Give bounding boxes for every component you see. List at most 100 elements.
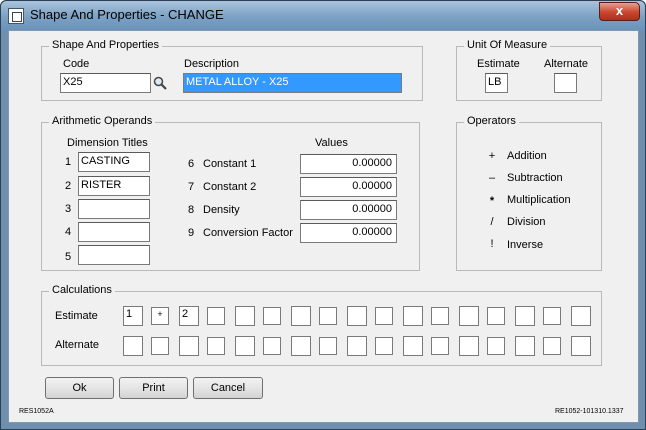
dimension-number: 5	[65, 251, 72, 263]
dimension-number: 3	[65, 203, 72, 215]
calc-alternate-cell[interactable]	[571, 336, 591, 356]
calc-alternate-cell[interactable]	[263, 337, 281, 355]
calc-alternate-cell[interactable]	[515, 336, 535, 356]
calc-alternate-cell[interactable]	[151, 337, 169, 355]
constant-number: 9	[188, 227, 195, 239]
operator-label: Multiplication	[507, 194, 571, 206]
calc-estimate-cell[interactable]	[487, 307, 505, 325]
description-field[interactable]: METAL ALLOY - X25	[183, 73, 402, 93]
dimension-title-field-5[interactable]	[78, 245, 150, 265]
window-title: Shape And Properties - CHANGE	[30, 7, 224, 22]
uom-estimate-label: Estimate	[477, 58, 520, 70]
calc-estimate-cell[interactable]	[263, 307, 281, 325]
constant-number: 8	[188, 204, 195, 216]
shape-properties-legend: Shape And Properties	[49, 39, 163, 51]
calc-estimate-cell[interactable]	[291, 306, 311, 326]
plus-icon: +	[488, 150, 496, 162]
values-label: Values	[315, 137, 348, 149]
operator-label: Subtraction	[507, 172, 563, 184]
unit-of-measure-legend: Unit Of Measure	[464, 39, 551, 51]
description-label: Description	[184, 58, 240, 70]
operator-label: Addition	[507, 150, 547, 162]
calc-estimate-cell[interactable]: 2	[179, 306, 199, 326]
print-button-label: Print	[142, 382, 165, 394]
uom-alternate-field[interactable]	[554, 73, 577, 93]
dimension-title-field-3[interactable]	[78, 199, 150, 219]
calculations-legend: Calculations	[49, 284, 115, 296]
calc-alternate-cell[interactable]	[179, 336, 199, 356]
conversion-factor-label: Conversion Factor	[203, 227, 293, 239]
dimension-titles-label: Dimension Titles	[67, 137, 148, 149]
uom-alternate-label: Alternate	[544, 58, 589, 70]
calc-alternate-label: Alternate	[55, 339, 100, 351]
cancel-button-label: Cancel	[210, 382, 246, 394]
calc-alternate-cell[interactable]	[403, 336, 423, 356]
screen-id-right: RE1052-101310.1337	[555, 408, 624, 415]
calc-estimate-cell[interactable]: 1	[123, 306, 143, 326]
calc-estimate-cell[interactable]	[375, 307, 393, 325]
calc-estimate-cell[interactable]	[459, 306, 479, 326]
app-icon	[8, 8, 24, 24]
ok-button[interactable]: Ok	[45, 377, 114, 399]
constant-number: 6	[188, 158, 195, 170]
calc-estimate-cell[interactable]	[431, 307, 449, 325]
calc-estimate-cell[interactable]	[543, 307, 561, 325]
code-field[interactable]: X25	[60, 73, 151, 93]
dimension-title-field-1[interactable]: CASTING	[78, 152, 150, 172]
search-icon[interactable]	[153, 76, 167, 90]
unit-of-measure-group: Unit Of Measure Estimate LB Alternate	[456, 39, 602, 101]
operators-group: Operators + Addition – Subtraction * Mul…	[456, 115, 602, 271]
calc-alternate-cell[interactable]	[543, 337, 561, 355]
constant-label: Constant 1	[203, 158, 257, 170]
dialog-window: Shape And Properties - CHANGE x Shape An…	[0, 0, 646, 430]
constant-1-field[interactable]: 0.00000	[300, 154, 397, 174]
calc-estimate-cell[interactable]	[347, 306, 367, 326]
calc-alternate-cell[interactable]	[459, 336, 479, 356]
calc-estimate-cell[interactable]	[319, 307, 337, 325]
minus-icon: –	[488, 172, 496, 184]
calc-estimate-cell[interactable]	[515, 306, 535, 326]
calc-estimate-cell[interactable]	[207, 307, 225, 325]
constant-label: Constant 2	[203, 181, 257, 193]
density-label: Density	[203, 204, 240, 216]
calc-estimate-label: Estimate	[55, 310, 98, 322]
calc-alternate-cell[interactable]	[431, 337, 449, 355]
title-bar[interactable]: Shape And Properties - CHANGE x	[1, 1, 645, 31]
dimension-number: 4	[65, 226, 72, 238]
calc-alternate-cell[interactable]	[347, 336, 367, 356]
operator-label: Inverse	[507, 239, 544, 251]
calc-alternate-cell[interactable]	[207, 337, 225, 355]
calc-estimate-cell[interactable]: +	[151, 307, 169, 325]
density-field[interactable]: 0.00000	[300, 200, 397, 220]
slash-icon: /	[490, 216, 494, 228]
dimension-number: 2	[65, 180, 72, 192]
constant-2-field[interactable]: 0.00000	[300, 177, 397, 197]
close-button[interactable]: x	[599, 2, 640, 21]
code-label: Code	[63, 58, 90, 70]
ok-button-label: Ok	[72, 382, 87, 394]
exclamation-icon: !	[490, 238, 494, 250]
calc-estimate-cell[interactable]	[235, 306, 255, 326]
print-button[interactable]: Print	[119, 377, 188, 399]
calc-alternate-cell[interactable]	[375, 337, 393, 355]
asterisk-icon: *	[489, 195, 495, 207]
calc-estimate-cell[interactable]	[403, 306, 423, 326]
dimension-title-field-2[interactable]: RISTER	[78, 176, 150, 196]
calc-alternate-cell[interactable]	[319, 337, 337, 355]
dimension-number: 1	[65, 156, 72, 168]
calc-alternate-cell[interactable]	[291, 336, 311, 356]
calc-alternate-cell[interactable]	[235, 336, 255, 356]
dialog-body: Shape And Properties Code X25 Descriptio…	[8, 30, 639, 423]
calc-alternate-cell[interactable]	[487, 337, 505, 355]
screen-id-left: RES1052A	[19, 408, 54, 415]
shape-properties-group: Shape And Properties Code X25 Descriptio…	[41, 39, 423, 101]
calc-estimate-cell[interactable]	[571, 306, 591, 326]
uom-estimate-field[interactable]: LB	[485, 73, 508, 93]
conversion-factor-field[interactable]: 0.00000	[300, 223, 397, 243]
calc-alternate-cell[interactable]	[123, 336, 143, 356]
calculations-group: Calculations Estimate Alternate 1 +2	[41, 284, 602, 366]
constant-number: 7	[188, 181, 195, 193]
arithmetic-operands-group: Arithmetic Operands Dimension Titles Val…	[41, 115, 420, 271]
cancel-button[interactable]: Cancel	[193, 377, 263, 399]
dimension-title-field-4[interactable]	[78, 222, 150, 242]
